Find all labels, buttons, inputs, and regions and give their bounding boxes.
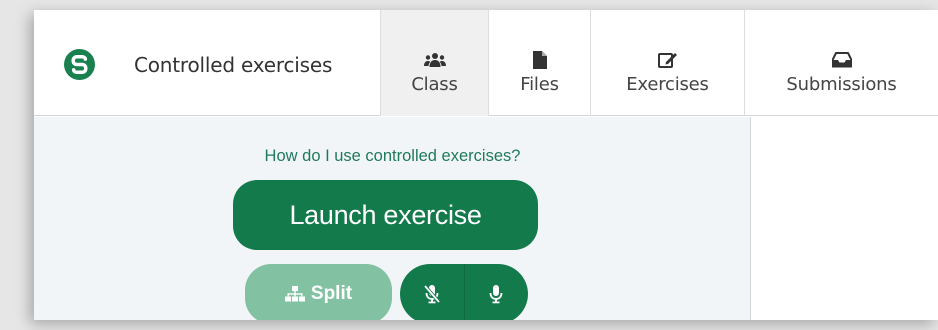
launch-exercise-button[interactable]: Launch exercise: [233, 180, 538, 250]
tab-files[interactable]: Files: [488, 10, 590, 116]
microphone-icon: [489, 285, 503, 304]
inbox-icon: [831, 50, 852, 70]
brand: Controlled exercises: [34, 10, 380, 116]
tab-files-label: Files: [520, 74, 559, 95]
app-window: Controlled exercises Class Files Exercis…: [34, 10, 938, 320]
sitemap-icon: [284, 286, 305, 302]
help-link[interactable]: How do I use controlled exercises?: [34, 147, 751, 166]
microphone-slash-icon: [423, 284, 441, 304]
tab-class[interactable]: Class: [380, 10, 488, 116]
split-label: Split: [310, 283, 353, 304]
app-title: Controlled exercises: [134, 53, 333, 77]
side-panel: [752, 117, 938, 320]
tab-class-label: Class: [411, 74, 458, 95]
edit-icon: [657, 50, 678, 70]
mute-microphone-button[interactable]: [400, 264, 465, 320]
tab-exercises-label: Exercises: [626, 74, 709, 95]
s-logo-icon: [64, 49, 95, 80]
microphone-toggle-group: [400, 264, 528, 320]
unmute-microphone-button[interactable]: [465, 264, 529, 320]
users-icon: [423, 50, 446, 70]
top-navigation: Controlled exercises Class Files Exercis…: [34, 10, 938, 116]
file-icon: [532, 50, 547, 70]
tab-submissions[interactable]: Submissions: [744, 10, 938, 116]
split-button[interactable]: Split: [245, 264, 392, 320]
tab-exercises[interactable]: Exercises: [590, 10, 744, 116]
class-panel: How do I use controlled exercises? Launc…: [34, 117, 751, 320]
tab-submissions-label: Submissions: [786, 74, 897, 95]
